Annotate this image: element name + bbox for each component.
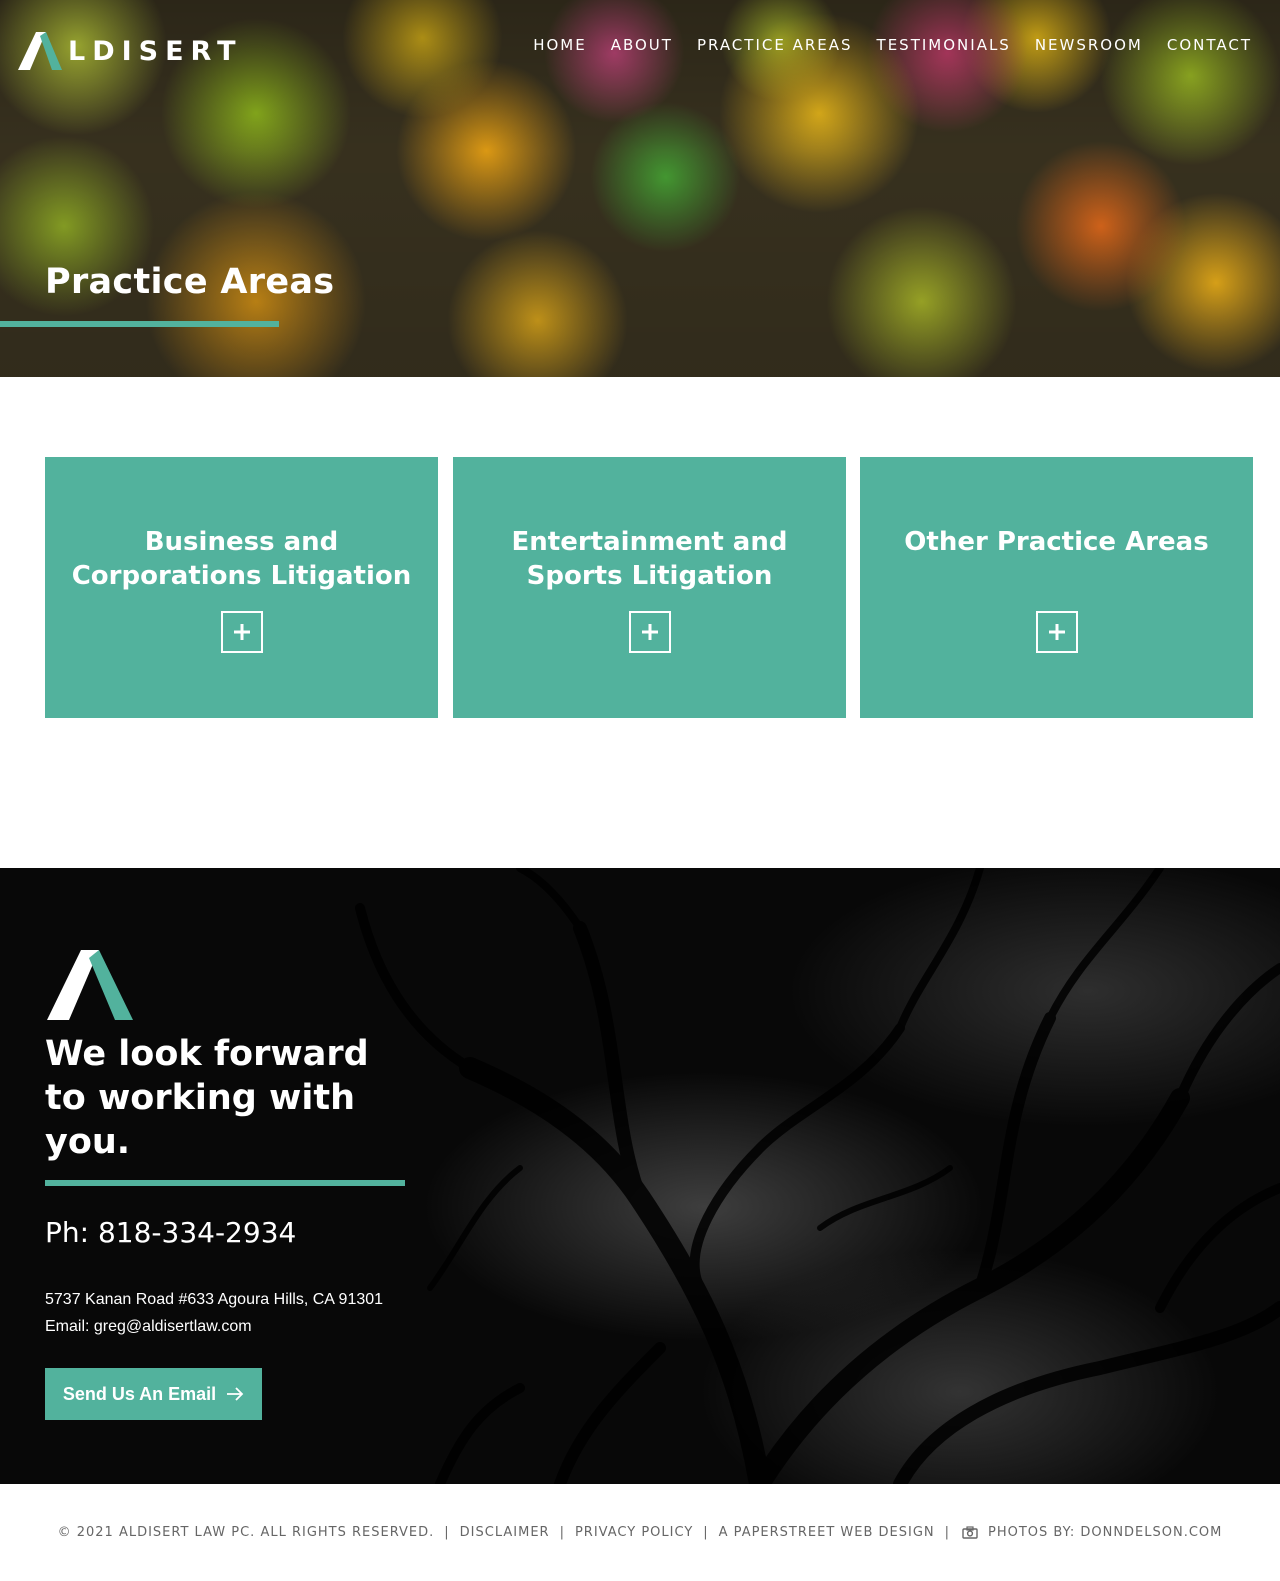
hero-banner: LDISERT HOME ABOUT PRACTICE AREAS TESTIM… — [0, 0, 1280, 377]
card-other-practice-areas[interactable]: Other Practice Areas — [860, 457, 1253, 718]
cta-heading-line: We look forward — [45, 1034, 369, 1074]
disclaimer-link[interactable]: DISCLAIMER — [460, 1525, 550, 1540]
nav-newsroom[interactable]: NEWSROOM — [1035, 35, 1143, 55]
site-logo[interactable]: LDISERT — [16, 30, 243, 72]
separator: | — [703, 1525, 709, 1540]
title-underline — [0, 321, 279, 327]
phone-number[interactable]: Ph: 818-334-2934 — [45, 1216, 425, 1250]
card-title: Entertainment and Sports Litigation — [511, 527, 788, 591]
expand-button[interactable] — [628, 611, 671, 653]
expand-button[interactable] — [1035, 611, 1078, 653]
paperstreet-link[interactable]: A PAPERSTREET WEB DESIGN — [719, 1525, 935, 1540]
cta-heading-line: to working with you. — [45, 1078, 356, 1162]
nav-contact[interactable]: CONTACT — [1167, 35, 1252, 55]
plus-icon — [641, 624, 658, 640]
plus-icon — [233, 624, 250, 640]
arrow-right-icon — [227, 1387, 244, 1401]
separator: | — [444, 1525, 450, 1540]
page-title: Practice Areas — [45, 262, 335, 302]
copyright-text: © 2021 ALDISERT LAW PC. ALL RIGHTS RESER… — [57, 1525, 435, 1540]
card-business-litigation[interactable]: Business and Corporations Litigation — [45, 457, 438, 718]
separator: | — [944, 1525, 951, 1540]
send-email-button[interactable]: Send Us An Email — [45, 1368, 262, 1420]
practice-area-cards: Business and Corporations Litigation Ent… — [45, 457, 1253, 718]
contact-cta: We look forward to working with you. Ph:… — [0, 868, 1280, 1484]
nav-practice-areas[interactable]: PRACTICE AREAS — [697, 35, 853, 55]
footer-bar: © 2021 ALDISERT LAW PC. ALL RIGHTS RESER… — [0, 1484, 1280, 1581]
logo-a-icon — [18, 32, 62, 70]
privacy-policy-link[interactable]: PRIVACY POLICY — [575, 1525, 693, 1540]
card-title: Business and Corporations Litigation — [71, 527, 412, 591]
cta-heading: We look forward to working with you. — [45, 1032, 425, 1164]
logo-a-icon — [47, 950, 133, 1020]
logo-wordmark: LDISERT — [68, 35, 243, 67]
camera-icon — [962, 1526, 978, 1539]
plus-icon — [1048, 624, 1065, 640]
separator: | — [559, 1525, 565, 1540]
main-nav: HOME ABOUT PRACTICE AREAS TESTIMONIALS N… — [533, 35, 1252, 55]
contact-block: We look forward to working with you. Ph:… — [45, 948, 425, 1420]
card-title: Other Practice Areas — [904, 527, 1209, 557]
office-address: 5737 Kanan Road #633 Agoura Hills, CA 91… — [45, 1291, 384, 1308]
email-address[interactable]: Email: greg@aldisertlaw.com — [45, 1313, 425, 1340]
nav-home[interactable]: HOME — [533, 35, 587, 55]
card-entertainment-litigation[interactable]: Entertainment and Sports Litigation — [453, 457, 846, 718]
nav-about[interactable]: ABOUT — [611, 35, 673, 55]
nav-testimonials[interactable]: TESTIMONIALS — [877, 35, 1011, 55]
photos-credit-link[interactable]: PHOTOS BY: DONNDELSON.COM — [988, 1525, 1222, 1540]
cta-underline — [45, 1180, 405, 1186]
send-email-label: Send Us An Email — [62, 1383, 217, 1404]
expand-button[interactable] — [220, 611, 263, 653]
